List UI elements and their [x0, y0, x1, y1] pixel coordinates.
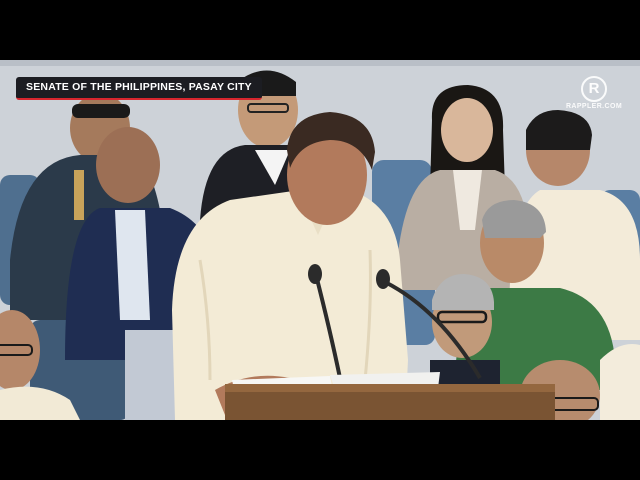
location-caption: SENATE OF THE PHILIPPINES, PASAY CITY: [16, 77, 262, 100]
location-caption-text: SENATE OF THE PHILIPPINES, PASAY CITY: [26, 81, 252, 93]
senate-session-scene: [0, 60, 640, 420]
podium: [225, 384, 555, 420]
rappler-brand-text: RAPPLER.COM: [565, 103, 623, 110]
letterbox-bottom: [0, 420, 640, 480]
video-frame: SENATE OF THE PHILIPPINES, PASAY CITY R …: [0, 60, 640, 420]
wall-trim: [0, 60, 640, 66]
rappler-logo-icon: R: [581, 76, 607, 102]
letterbox-top: [0, 0, 640, 60]
rappler-watermark: R RAPPLER.COM: [564, 76, 624, 110]
